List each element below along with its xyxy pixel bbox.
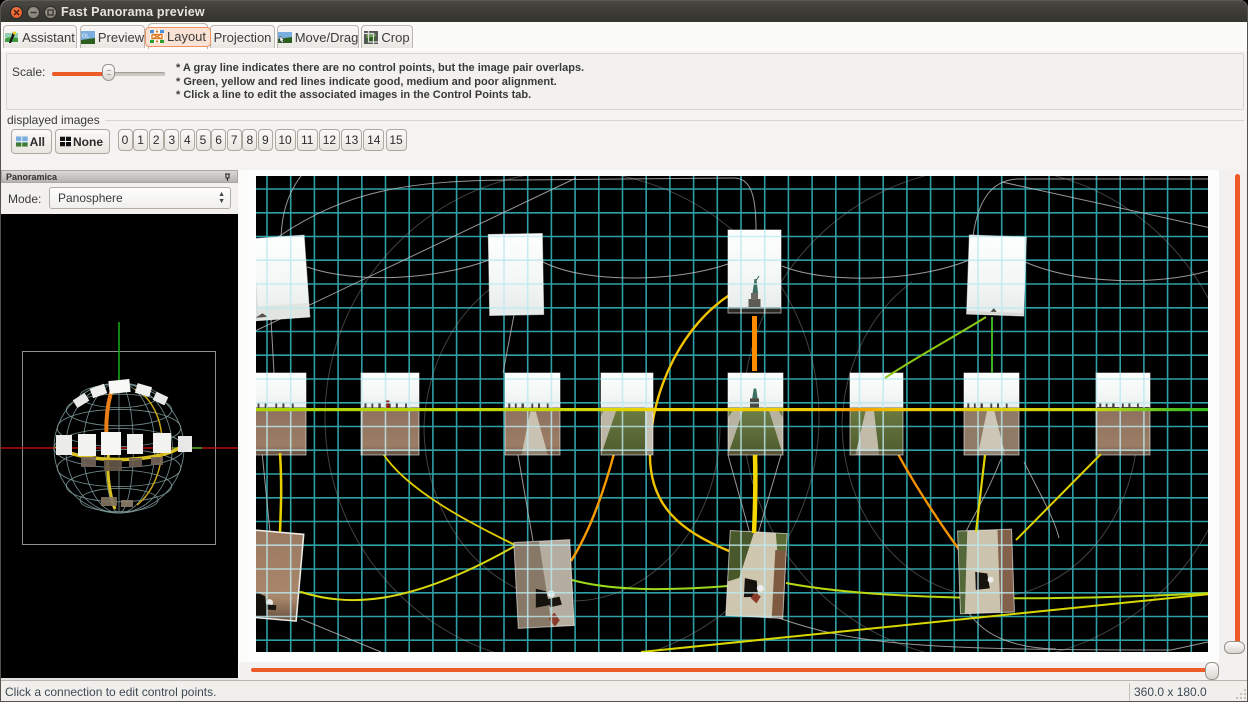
svg-text:GL: GL xyxy=(82,33,89,39)
